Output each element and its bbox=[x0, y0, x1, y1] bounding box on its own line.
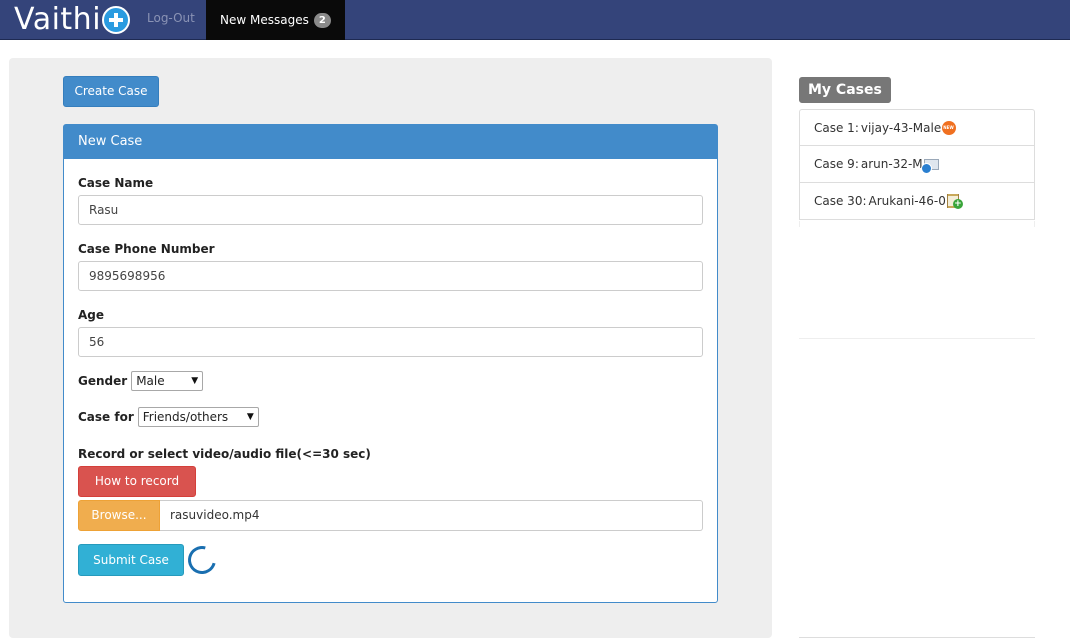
gender-select[interactable]: Male ▼ bbox=[131, 371, 204, 391]
age-label: Age bbox=[78, 308, 105, 322]
file-name-field[interactable]: rasuvideo.mp4 bbox=[160, 500, 703, 531]
messages-count-badge: 2 bbox=[313, 12, 331, 28]
case-list-item[interactable]: Case 9: arun-32-M bbox=[799, 146, 1035, 183]
case-list: Case 1: vijay-43-Male Case 9: arun-32-M … bbox=[799, 109, 1035, 220]
logout-link[interactable]: Log-Out bbox=[147, 11, 195, 25]
case-label: vijay-43-Male bbox=[860, 120, 942, 135]
submit-case-button[interactable]: Submit Case bbox=[78, 544, 184, 576]
case-id: Case 30: bbox=[814, 194, 867, 208]
loading-spinner-icon bbox=[182, 540, 222, 580]
case-for-select[interactable]: Friends/others ▼ bbox=[137, 407, 259, 427]
case-for-label: Case for bbox=[78, 410, 134, 424]
hourglass-icon bbox=[946, 194, 963, 209]
file-input-group: Browse... rasuvideo.mp4 bbox=[78, 500, 703, 531]
panel-title: New Case bbox=[64, 125, 717, 159]
case-label: arun-32-M bbox=[860, 157, 923, 171]
phone-label: Case Phone Number bbox=[78, 242, 215, 256]
gender-selected-value: Male bbox=[136, 374, 165, 388]
case-label: Arukani-46-0 bbox=[868, 194, 946, 208]
new-messages-label: New Messages bbox=[220, 13, 309, 27]
case-name-input[interactable]: Rasu bbox=[78, 195, 703, 225]
browse-button[interactable]: Browse... bbox=[78, 500, 160, 531]
create-case-button[interactable]: Create Case bbox=[63, 76, 159, 107]
case-list-item[interactable]: Case 30: Arukani-46-0 bbox=[799, 183, 1035, 220]
age-input[interactable]: 56 bbox=[78, 327, 703, 357]
gender-row: Gender Male ▼ bbox=[78, 371, 204, 391]
record-label: Record or select video/audio file(<=30 s… bbox=[78, 447, 371, 461]
plus-icon bbox=[102, 6, 131, 34]
sidebar-divider bbox=[799, 637, 1035, 638]
top-navbar: Vaithi Log-Out New Messages 2 bbox=[0, 0, 1070, 40]
brand-logo[interactable]: Vaithi bbox=[14, 2, 131, 37]
case-id: Case 9: bbox=[814, 157, 859, 171]
phone-input[interactable]: 9895698956 bbox=[78, 261, 703, 291]
case-id: Case 1: bbox=[814, 120, 859, 135]
sidebar-divider bbox=[799, 221, 1035, 227]
case-for-row: Case for Friends/others ▼ bbox=[78, 407, 259, 427]
gender-label: Gender bbox=[78, 374, 128, 388]
new-icon bbox=[942, 120, 957, 135]
my-cases-title: My Cases bbox=[799, 77, 891, 103]
case-for-selected-value: Friends/others bbox=[142, 410, 229, 424]
case-name-label: Case Name bbox=[78, 176, 154, 190]
brand-name: Vaithi bbox=[14, 2, 102, 37]
sidebar-divider bbox=[799, 338, 1035, 339]
dropdown-arrow-icon: ▼ bbox=[191, 376, 199, 386]
new-case-panel: New Case Case Name Rasu Case Phone Numbe… bbox=[63, 124, 718, 603]
new-messages-link[interactable]: New Messages 2 bbox=[206, 0, 345, 40]
mail-icon bbox=[920, 158, 939, 174]
case-list-item[interactable]: Case 1: vijay-43-Male bbox=[799, 109, 1035, 146]
dropdown-arrow-icon: ▼ bbox=[246, 412, 254, 422]
how-to-record-button[interactable]: How to record bbox=[78, 466, 196, 497]
